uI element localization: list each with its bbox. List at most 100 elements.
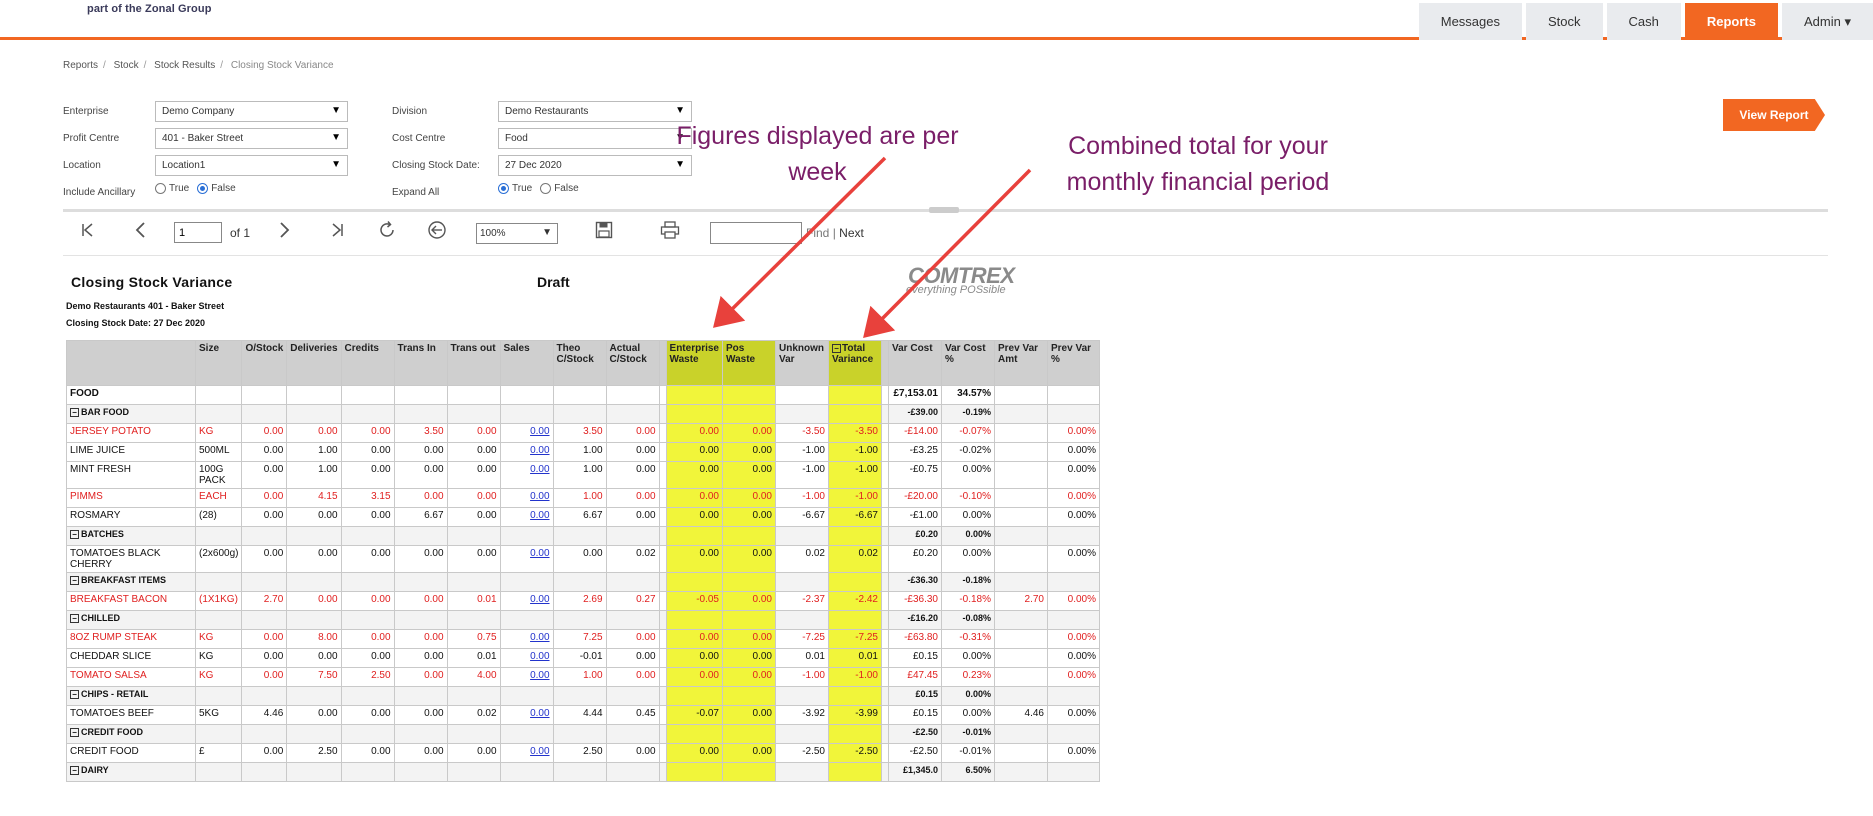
breadcrumb-stock-results[interactable]: Stock Results [154,60,215,71]
cell-text: 0.02 [805,548,825,559]
table-cell: 0.00 [499,461,554,489]
cell-text: -2.42 [855,594,878,605]
table-cell: 0.00 [241,667,288,687]
table-cell [775,686,829,706]
table-cell [775,404,829,424]
table-cell [658,488,667,508]
collapse-icon[interactable]: − [70,614,79,624]
next-page-icon[interactable] [276,222,292,243]
cell-text: 0.02 [636,548,656,559]
table-cell: 0.00 [605,442,660,462]
table-cell: 0.00 [241,507,288,527]
table-row: ROSMARY (28) 0.00 0.00 0.00 6.67 0.00 0.00 6.67 0… [66,507,1100,527]
next-link[interactable]: Next [839,226,864,240]
table-cell [552,610,607,630]
collapse-icon[interactable]: − [70,728,79,738]
cell-text: 0.27 [636,594,656,605]
column-header [658,340,667,386]
sales-link[interactable]: 0.00 [530,632,549,643]
table-cell: 0.00 [340,442,395,462]
row-label: − DAIRY [66,762,196,782]
table-cell: 0.00 [722,461,776,489]
first-page-icon[interactable] [80,222,96,243]
table-cell: 0.00 [722,743,776,763]
cell-text: -0.08% [962,613,991,623]
group-row: − BATCHES £0.20 0.00% [66,526,1100,546]
cell-text: 0.00 [699,651,719,662]
view-report-button[interactable]: View Report [1723,99,1825,131]
sales-link[interactable]: 0.00 [530,670,549,681]
expand-all-true[interactable]: True [498,183,532,194]
nav-tab-cash[interactable]: Cash [1606,3,1681,40]
find-link[interactable]: Find [806,226,829,240]
breadcrumb-stock[interactable]: Stock [114,60,139,71]
print-icon[interactable] [660,221,680,244]
nav-tab-stock[interactable]: Stock [1526,3,1603,40]
table-cell: 0.00 [393,648,448,668]
group-row: − DAIRY £1,345.0 6.50% [66,762,1100,782]
table-cell: 2.69 [552,591,607,611]
table-cell [881,385,889,405]
cell-text: -1.00 [855,491,878,502]
sales-link[interactable]: 0.00 [530,594,549,605]
collapse-icon[interactable]: − [70,530,79,540]
sales-link[interactable]: 0.00 [530,426,549,437]
back-icon[interactable] [427,220,447,245]
find-input[interactable] [710,222,802,244]
sales-link[interactable]: 0.00 [530,746,549,757]
table-cell: 0.00 [665,461,724,489]
column-header[interactable]: − Total Variance [828,340,882,386]
table-cell [658,686,667,706]
table-cell: 0.00% [1047,488,1100,508]
sales-link[interactable]: 0.00 [530,510,549,521]
table-cell: 0.00 [665,507,724,527]
save-icon[interactable] [595,221,613,244]
table-cell: 4.44 [552,705,607,725]
table-cell [994,667,1048,687]
collapse-icon[interactable]: − [70,766,79,776]
include-ancillary-true[interactable]: True [155,183,189,194]
sales-link[interactable]: 0.00 [530,445,549,456]
prev-page-icon[interactable] [133,222,149,243]
sales-link[interactable]: 0.00 [530,708,549,719]
nav-tab-admin[interactable]: Admin ▾ [1782,3,1873,40]
table-cell: £47.45 [888,667,942,687]
table-cell [722,404,776,424]
table-cell [241,686,288,706]
sales-link[interactable]: 0.00 [530,651,549,662]
collapse-icon[interactable]: − [70,690,79,700]
include-ancillary-false[interactable]: False [197,183,236,194]
collapse-handle[interactable] [929,207,959,213]
nav-tab-reports[interactable]: Reports [1684,3,1778,40]
table-cell [1047,385,1100,405]
nav-tab-messages[interactable]: Messages [1418,3,1522,40]
table-cell: 2.50 [552,743,607,763]
cell-text: 0.00% [1067,670,1096,681]
profit-centre-label: Profit Centre [63,133,120,144]
zoom-select[interactable]: 100% ▼ [476,223,558,244]
table-cell: 0.00 [665,423,724,443]
logo-tagline: everything POSsible [906,284,1006,296]
collapse-icon[interactable]: − [832,344,841,353]
expand-all-false[interactable]: False [540,183,579,194]
breadcrumb-reports[interactable]: Reports [63,60,98,71]
table-cell [393,724,448,744]
page-number-input[interactable] [174,222,222,243]
sales-link[interactable]: 0.00 [530,491,549,502]
column-header-label: Size [199,343,220,354]
sales-link[interactable]: 0.00 [530,548,549,559]
table-cell [881,545,889,573]
refresh-icon[interactable] [377,220,397,245]
location-select[interactable]: Location1 ▼ [155,155,348,176]
column-header: Size [194,340,243,386]
sales-link[interactable]: 0.00 [530,464,549,475]
profit-centre-select[interactable]: 401 - Baker Street ▼ [155,128,348,149]
cell-text: 0.00% [1067,651,1096,662]
table-cell: -0.07% [941,423,995,443]
collapse-icon[interactable]: − [70,576,79,586]
enterprise-select[interactable]: Demo Company ▼ [155,101,348,122]
last-page-icon[interactable] [329,222,345,243]
collapse-icon[interactable]: − [70,408,79,418]
table-cell [994,488,1048,508]
table-cell [658,629,667,649]
